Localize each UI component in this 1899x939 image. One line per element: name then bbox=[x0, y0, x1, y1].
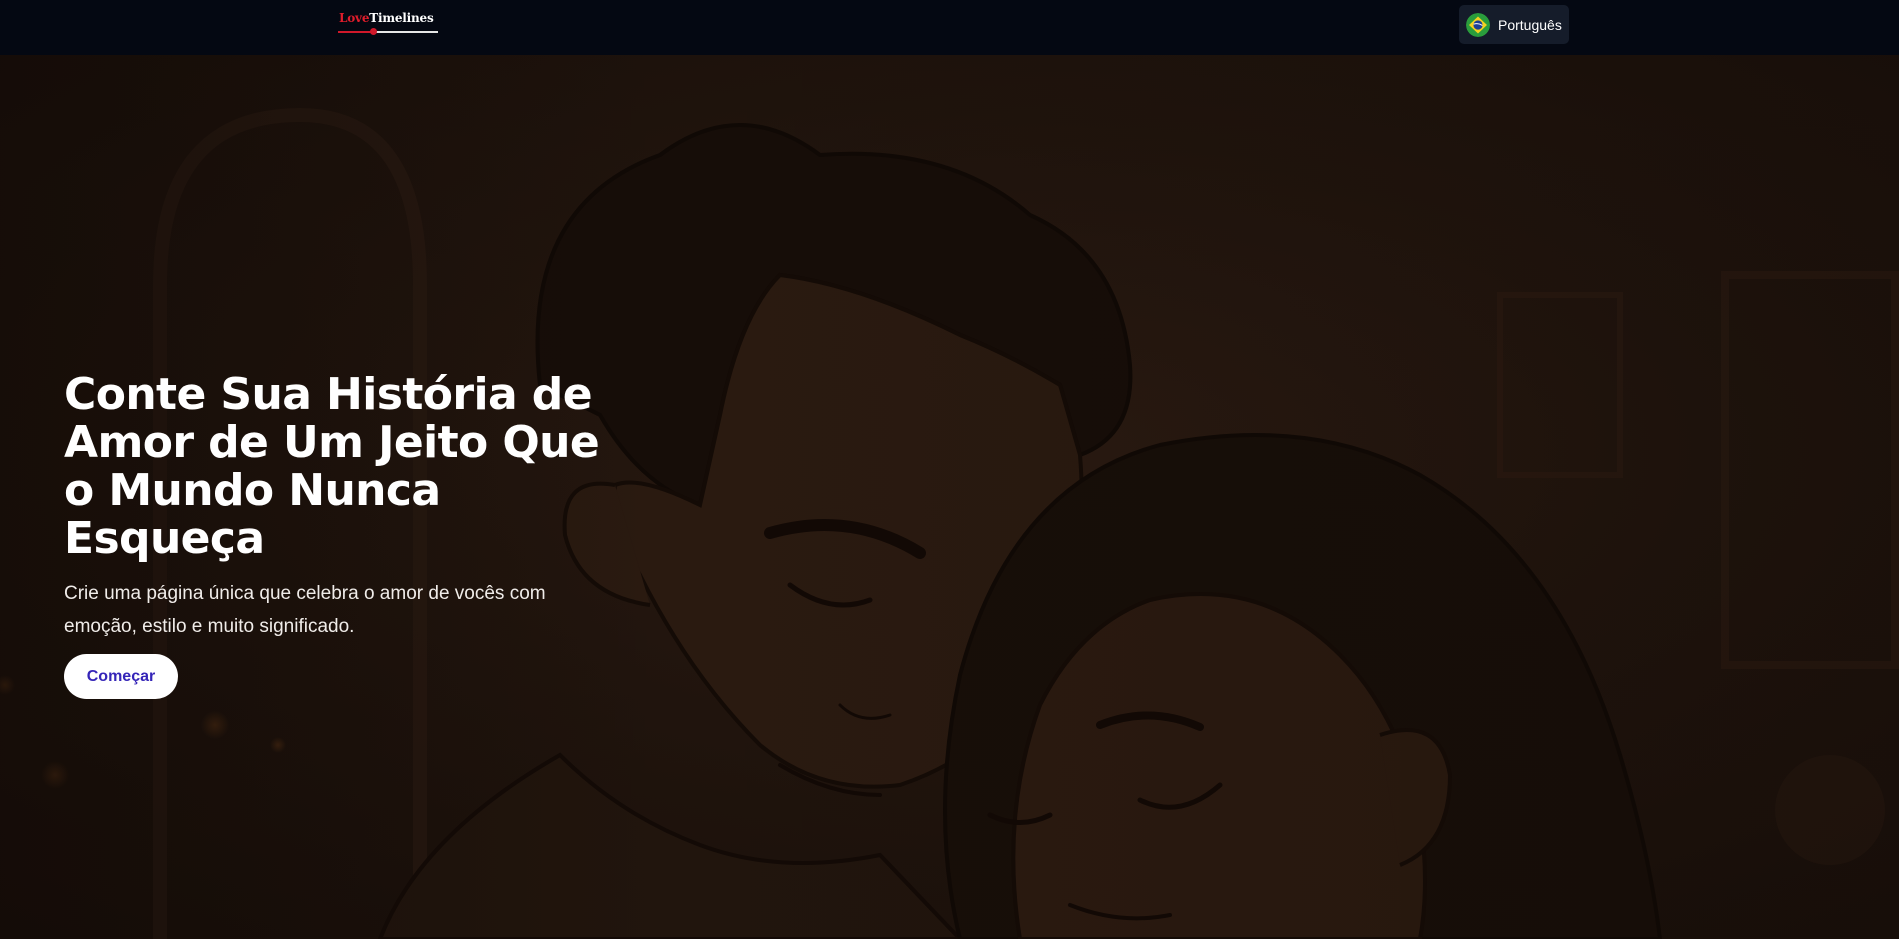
hero-subtitle: Crie uma página única que celebra o amor… bbox=[64, 583, 546, 637]
logo-timeline-dot bbox=[370, 28, 377, 35]
hero-title: Conte Sua História de Amor de Um Jeito Q… bbox=[64, 369, 600, 564]
language-label: Português bbox=[1498, 16, 1562, 33]
logo-timeline-progress bbox=[338, 31, 374, 33]
get-started-button[interactable]: Começar bbox=[64, 654, 178, 699]
logo-word-timelines: Timelines bbox=[369, 11, 434, 25]
love-timelines-logo[interactable]: LoveTimelines bbox=[338, 11, 440, 35]
logo-wordmark: LoveTimelines bbox=[339, 11, 434, 25]
top-navbar: LoveTimelines Português bbox=[0, 0, 1899, 55]
hero-section: Conte Sua História de Amor de Um Jeito Q… bbox=[0, 55, 1899, 939]
logo-word-love: Love bbox=[339, 11, 370, 25]
language-selector-button[interactable]: Português bbox=[1459, 5, 1569, 44]
brazil-flag-icon bbox=[1466, 12, 1490, 37]
